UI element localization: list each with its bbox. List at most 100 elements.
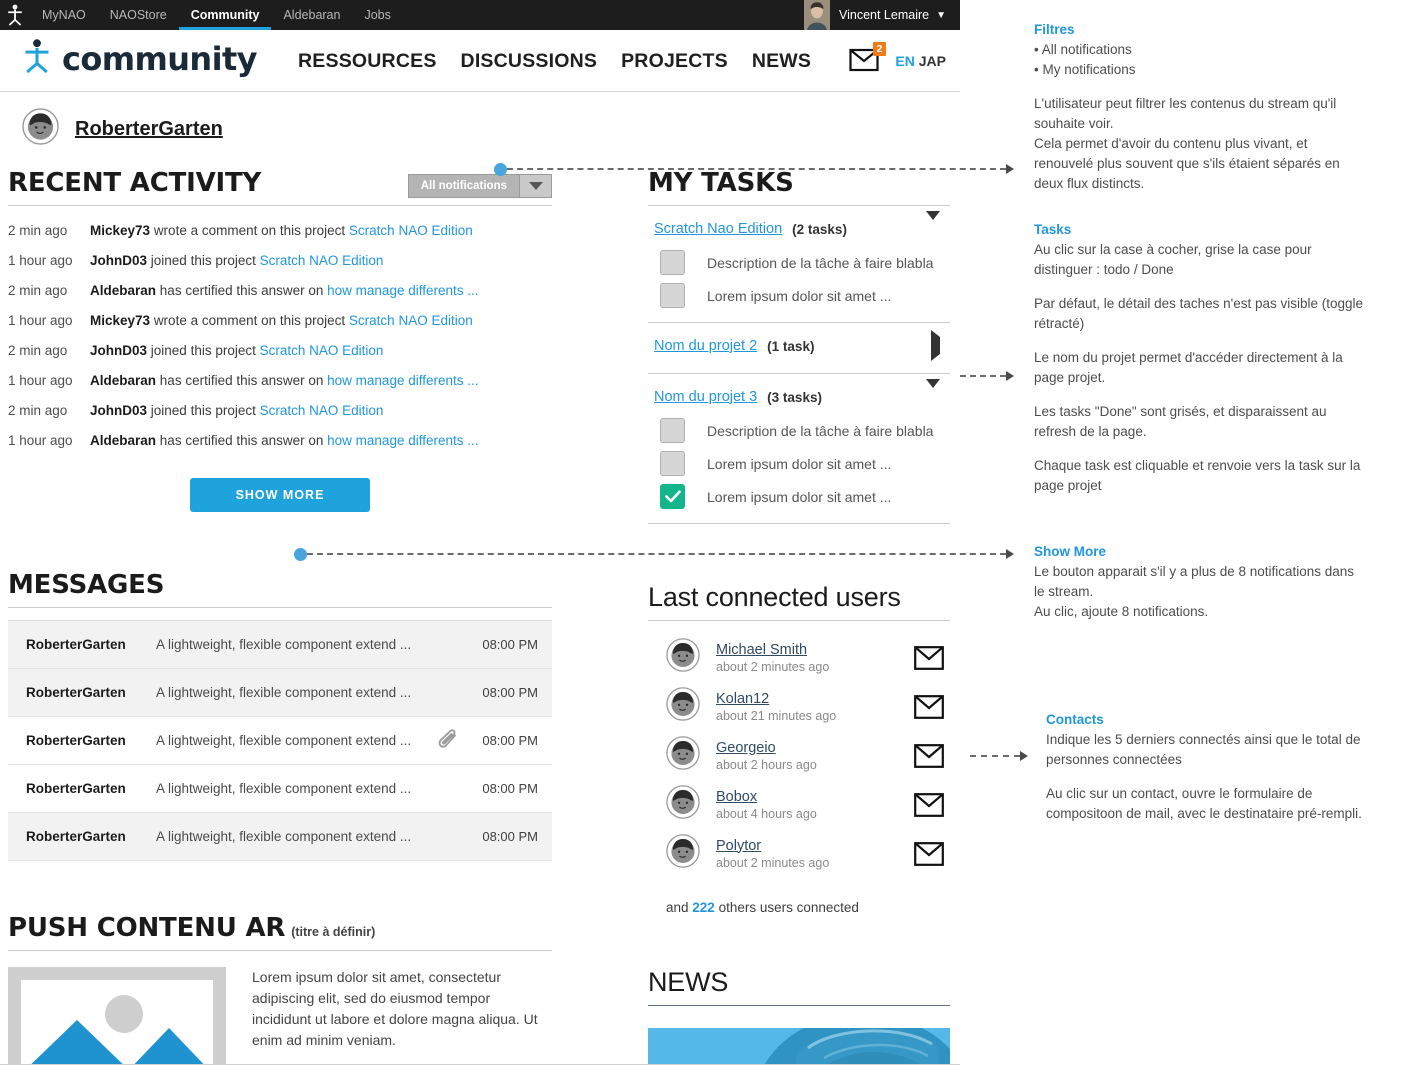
- news-hero-image[interactable]: [648, 1028, 950, 1065]
- lang-en[interactable]: EN: [895, 53, 914, 69]
- mainnav-item-projects[interactable]: PROJECTS: [621, 50, 728, 73]
- avatar[interactable]: [666, 785, 700, 824]
- nao-robot-icon[interactable]: [0, 4, 30, 26]
- topnav-item-community[interactable]: Community: [178, 0, 272, 30]
- chevron-down-icon[interactable]: [926, 379, 946, 406]
- avatar[interactable]: [666, 687, 700, 726]
- list-item[interactable]: Polytor about 2 minutes ago: [648, 829, 950, 878]
- paperclip-icon[interactable]: [432, 728, 466, 754]
- task-project-link[interactable]: Nom du projet 2: [654, 338, 757, 354]
- activity-actor[interactable]: Mickey73: [90, 223, 150, 238]
- message-preview: A lightweight, flexible component extend…: [156, 733, 412, 748]
- note-heading: Tasks: [1034, 222, 1072, 237]
- table-row[interactable]: RoberterGarten A lightweight, flexible c…: [8, 765, 552, 813]
- task-item[interactable]: Lorem ipsum dolor sit amet ...: [648, 480, 950, 513]
- mail-button[interactable]: 2: [849, 42, 887, 76]
- mainnav-item-news[interactable]: NEWS: [752, 50, 811, 73]
- activity-link[interactable]: Scratch NAO Edition: [260, 343, 384, 358]
- user-menu[interactable]: Vincent Lemaire ▼: [803, 0, 960, 30]
- chevron-down-icon[interactable]: [926, 211, 946, 238]
- activity-row[interactable]: 1 hour ago JohnD03 joined this project S…: [8, 246, 552, 276]
- activity-link[interactable]: Scratch NAO Edition: [349, 223, 473, 238]
- activity-actor[interactable]: JohnD03: [90, 253, 147, 268]
- brand-logo[interactable]: community: [22, 38, 258, 79]
- activity-link[interactable]: Scratch NAO Edition: [260, 403, 384, 418]
- table-row[interactable]: RoberterGarten A lightweight, flexible c…: [8, 669, 552, 717]
- task-group-header[interactable]: Nom du projet 2 (1 task): [648, 330, 950, 363]
- last-connected-section: Last connected users Michael Smith about…: [648, 582, 950, 915]
- activity-actor[interactable]: Mickey73: [90, 313, 150, 328]
- activity-link[interactable]: how manage differents ...: [327, 433, 478, 448]
- activity-row[interactable]: 2 min ago JohnD03 joined this project Sc…: [8, 336, 552, 366]
- envelope-icon[interactable]: [912, 743, 946, 768]
- envelope-icon[interactable]: [912, 645, 946, 670]
- list-item[interactable]: Kolan12 about 21 minutes ago: [648, 682, 950, 731]
- activity-row[interactable]: 2 min ago JohnD03 joined this project Sc…: [8, 396, 552, 426]
- activity-row[interactable]: 2 min ago Aldebaran has certified this a…: [8, 276, 552, 306]
- topnav-item-naostore[interactable]: NAOStore: [98, 0, 179, 30]
- connected-user-name[interactable]: Bobox: [716, 789, 912, 805]
- avatar[interactable]: [22, 108, 59, 150]
- lang-jap[interactable]: JAP: [919, 53, 946, 69]
- list-item[interactable]: Michael Smith about 2 minutes ago: [648, 633, 950, 682]
- task-group: Scratch Nao Edition (2 tasks) Descriptio…: [648, 206, 950, 323]
- activity-actor[interactable]: JohnD03: [90, 403, 147, 418]
- task-project-link[interactable]: Scratch Nao Edition: [654, 221, 782, 237]
- table-row[interactable]: RoberterGarten A lightweight, flexible c…: [8, 717, 552, 765]
- connected-user-name[interactable]: Georgeio: [716, 740, 912, 756]
- mainnav-item-ressources[interactable]: RESSOURCES: [298, 50, 437, 73]
- task-group-header[interactable]: Nom du projet 3 (3 tasks): [648, 379, 950, 414]
- task-project-link[interactable]: Nom du projet 3: [654, 389, 757, 405]
- task-item[interactable]: Lorem ipsum dolor sit amet ...: [648, 447, 950, 480]
- show-more-button[interactable]: SHOW MORE: [189, 478, 371, 512]
- chevron-down-icon[interactable]: [519, 175, 551, 197]
- notifications-filter-dropdown[interactable]: All notifications: [407, 174, 552, 198]
- connected-user-name[interactable]: Polytor: [716, 838, 912, 854]
- language-switcher[interactable]: EN JAP: [895, 53, 946, 69]
- activity-row[interactable]: 1 hour ago Aldebaran has certified this …: [8, 426, 552, 456]
- table-row[interactable]: RoberterGarten A lightweight, flexible c…: [8, 813, 552, 861]
- envelope-icon[interactable]: [912, 792, 946, 817]
- activity-link[interactable]: how manage differents ...: [327, 283, 478, 298]
- avatar[interactable]: [666, 638, 700, 677]
- activity-actor[interactable]: Aldebaran: [90, 373, 156, 388]
- table-row[interactable]: RoberterGarten A lightweight, flexible c…: [8, 621, 552, 669]
- others-connected-text: and 222 others users connected: [648, 878, 950, 915]
- task-checkbox[interactable]: [660, 283, 685, 308]
- task-count: (2 tasks): [792, 222, 847, 237]
- list-item[interactable]: Georgeio about 2 hours ago: [648, 731, 950, 780]
- topnav-item-aldebaran[interactable]: Aldebaran: [271, 0, 352, 30]
- activity-row[interactable]: 2 min ago Mickey73 wrote a comment on th…: [8, 216, 552, 246]
- task-item[interactable]: Lorem ipsum dolor sit amet ...: [648, 279, 950, 312]
- connected-users-list: Michael Smith about 2 minutes ago Kolan1…: [648, 633, 950, 915]
- activity-row[interactable]: 1 hour ago Aldebaran has certified this …: [8, 366, 552, 396]
- others-count[interactable]: 222: [692, 900, 715, 915]
- activity-link[interactable]: how manage differents ...: [327, 373, 478, 388]
- connected-user-name[interactable]: Kolan12: [716, 691, 912, 707]
- task-checkbox[interactable]: [660, 451, 685, 476]
- mainnav-item-discussions[interactable]: DISCUSSIONS: [461, 50, 598, 73]
- list-item[interactable]: Bobox about 4 hours ago: [648, 780, 950, 829]
- topnav-item-jobs[interactable]: Jobs: [352, 0, 402, 30]
- task-group-header[interactable]: Scratch Nao Edition (2 tasks): [648, 211, 950, 246]
- activity-link[interactable]: Scratch NAO Edition: [349, 313, 473, 328]
- activity-row[interactable]: 1 hour ago Mickey73 wrote a comment on t…: [8, 306, 552, 336]
- page-title[interactable]: RoberterGarten: [75, 118, 223, 141]
- activity-actor[interactable]: Aldebaran: [90, 283, 156, 298]
- news-section: NEWS: [648, 967, 950, 1065]
- activity-actor[interactable]: JohnD03: [90, 343, 147, 358]
- activity-link[interactable]: Scratch NAO Edition: [260, 253, 384, 268]
- envelope-icon[interactable]: [912, 841, 946, 866]
- topnav-item-mynao[interactable]: MyNAO: [30, 0, 98, 30]
- task-item[interactable]: Description de la tâche à faire blabla: [648, 414, 950, 447]
- chevron-right-icon[interactable]: [931, 330, 946, 361]
- task-item[interactable]: Description de la tâche à faire blabla: [648, 246, 950, 279]
- avatar[interactable]: [666, 834, 700, 873]
- activity-actor[interactable]: Aldebaran: [90, 433, 156, 448]
- avatar[interactable]: [666, 736, 700, 775]
- task-checkbox-checked[interactable]: [660, 484, 685, 509]
- connected-user-name[interactable]: Michael Smith: [716, 642, 912, 658]
- envelope-icon[interactable]: [912, 694, 946, 719]
- task-checkbox[interactable]: [660, 418, 685, 443]
- task-checkbox[interactable]: [660, 250, 685, 275]
